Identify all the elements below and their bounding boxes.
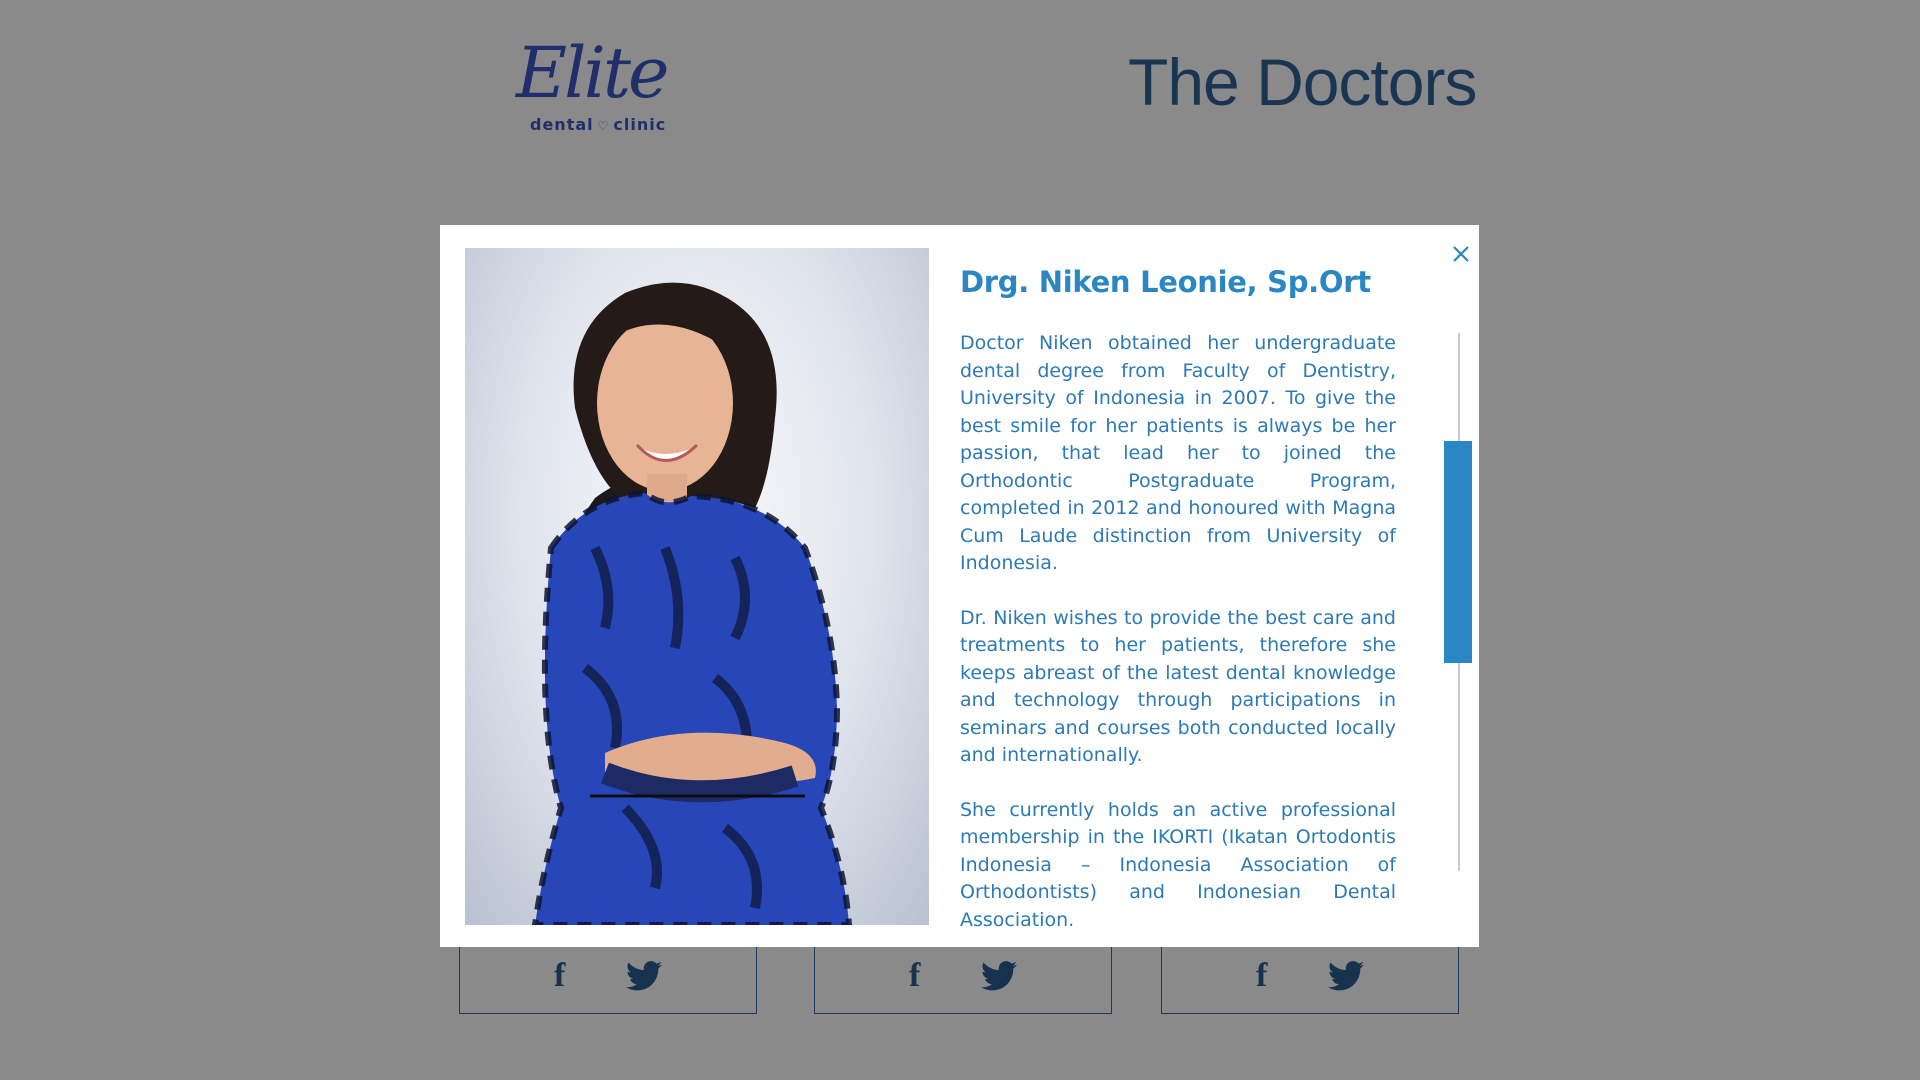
bio-paragraph: Dr. Niken wishes to provide the best car… — [960, 606, 1396, 767]
twitter-icon[interactable] — [1328, 958, 1364, 994]
close-icon[interactable] — [1446, 239, 1476, 269]
facebook-icon[interactable]: f — [909, 958, 931, 994]
tooth-icon: ♡ — [597, 119, 610, 133]
scrollbar-thumb[interactable] — [1444, 441, 1472, 663]
doctor-photo — [465, 248, 929, 925]
logo-subtitle: dental ♡ clinic — [530, 115, 666, 134]
logo-sub-clinic: clinic — [613, 115, 667, 134]
doctor-profile-modal: Drg. Niken Leonie, Sp.Ort Doctor Niken o… — [440, 225, 1479, 947]
elite-dental-clinic-logo[interactable]: Elite dental ♡ clinic — [510, 38, 670, 138]
twitter-icon[interactable] — [981, 958, 1017, 994]
facebook-icon[interactable]: f — [1256, 958, 1278, 994]
logo-sub-dental: dental — [530, 115, 594, 134]
doctor-bio: Doctor Niken obtained her undergraduate … — [960, 330, 1396, 961]
bio-paragraph: Doctor Niken obtained her undergraduate … — [960, 332, 1396, 574]
doctor-card-footer: f — [459, 940, 757, 1014]
site-background: Elite dental♡clinic The Doctors f f f — [0, 0, 1920, 1080]
facebook-icon[interactable]: f — [554, 958, 576, 994]
logo-script: Elite — [516, 32, 669, 114]
twitter-icon[interactable] — [626, 958, 662, 994]
doctor-name: Drg. Niken Leonie, Sp.Ort — [960, 265, 1371, 299]
bio-paragraph: She currently holds an active profession… — [960, 798, 1396, 931]
page-title: The Doctors — [1128, 45, 1477, 119]
